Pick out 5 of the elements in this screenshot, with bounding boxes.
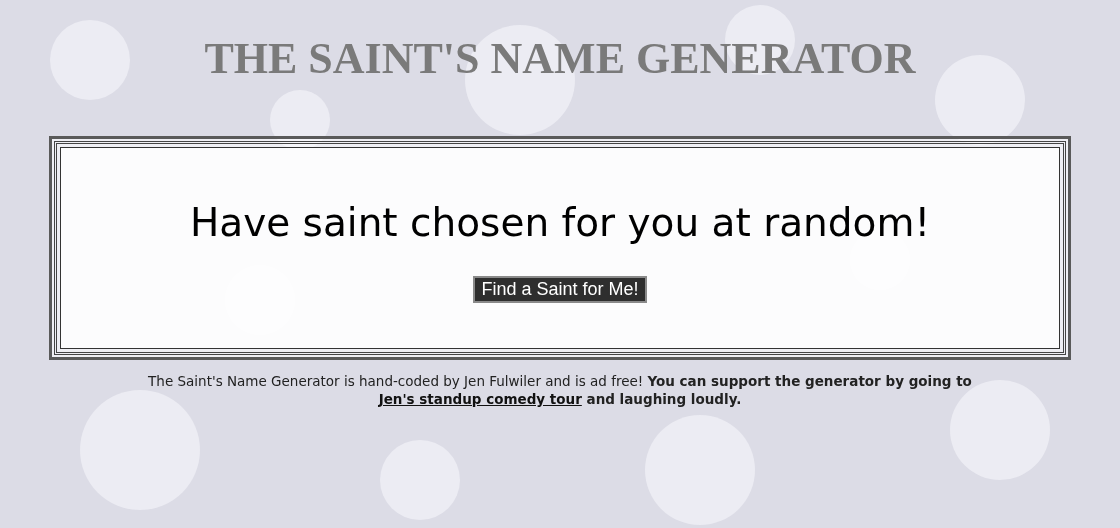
panel-heading: Have saint chosen for you at random! — [189, 200, 931, 246]
find-saint-button[interactable]: Find a Saint for Me! — [473, 276, 647, 303]
page-title: THE SAINT'S NAME GENERATOR — [204, 34, 916, 84]
credits-text: The Saint's Name Generator is hand-coded by Jen Fulwiler and is ad free! You can support the generator by going to Jen's standup comedy tour and laughing loudly. — [147, 372, 973, 408]
tour-link[interactable]: Jen's standup comedy tour — [378, 391, 582, 407]
